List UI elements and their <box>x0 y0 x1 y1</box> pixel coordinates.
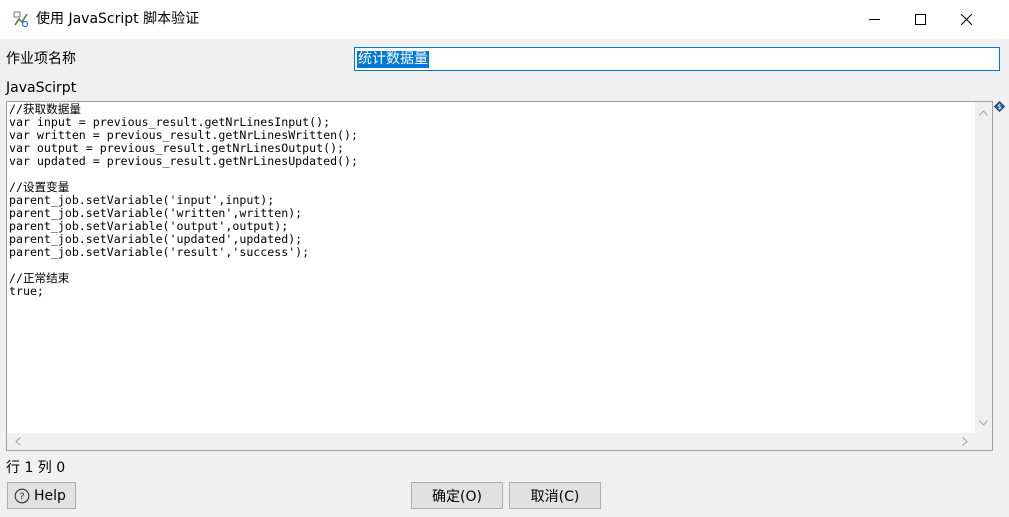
vertical-scrollbar[interactable] <box>975 102 992 433</box>
scrollbar-corner <box>975 433 992 450</box>
scroll-down-icon[interactable] <box>975 414 992 431</box>
help-button[interactable]: ? Help <box>7 482 76 509</box>
script-code[interactable]: //获取数据量 var input = previous_result.getN… <box>9 103 358 298</box>
minimize-button[interactable] <box>851 0 897 38</box>
variable-icon[interactable]: $ <box>993 100 1006 113</box>
scroll-up-icon[interactable] <box>975 104 992 121</box>
svg-text:$: $ <box>997 103 1001 111</box>
close-icon <box>960 13 972 25</box>
window-title: 使用 JavaScript 脚本验证 <box>36 11 200 27</box>
close-button[interactable] <box>943 0 989 38</box>
svg-text:?: ? <box>19 491 24 502</box>
cursor-position: 行 1 列 0 <box>6 460 66 476</box>
help-icon: ? <box>14 488 30 504</box>
horizontal-scrollbar[interactable] <box>7 433 975 450</box>
job-name-input[interactable]: 统计数据量 <box>354 47 1000 71</box>
help-label: Help <box>34 487 66 504</box>
cancel-button[interactable]: 取消(C) <box>509 482 601 509</box>
scroll-right-icon[interactable] <box>956 433 973 450</box>
job-name-label: 作业项名称 <box>6 51 76 67</box>
job-name-value[interactable]: 统计数据量 <box>357 51 429 68</box>
script-editor[interactable]: //获取数据量 var input = previous_result.getN… <box>6 101 993 451</box>
app-icon <box>12 10 30 28</box>
ok-button[interactable]: 确定(O) <box>411 482 503 509</box>
minimize-icon <box>868 18 880 20</box>
cancel-label: 取消(C) <box>530 488 580 505</box>
maximize-button[interactable] <box>897 0 943 38</box>
script-label: JavaScirpt <box>6 80 77 96</box>
title-bar: 使用 JavaScript 脚本验证 <box>0 0 1009 39</box>
scroll-left-icon[interactable] <box>9 433 26 450</box>
ok-label: 确定(O) <box>432 488 482 505</box>
maximize-icon <box>914 13 926 25</box>
